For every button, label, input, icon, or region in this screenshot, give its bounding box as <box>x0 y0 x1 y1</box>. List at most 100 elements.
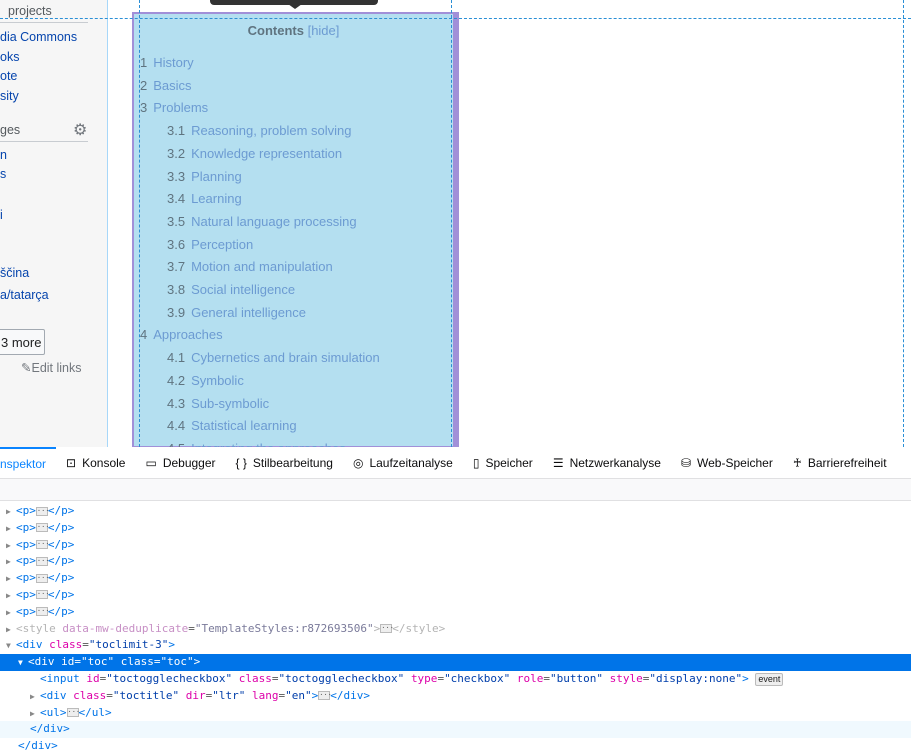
tree-node-toctitle[interactable]: ▶ <div class="toctitle" dir="ltr" lang="e… <box>0 688 911 705</box>
tree-node-toc-selected[interactable]: ▼ <div id="toc" class="toc"> <box>0 654 911 671</box>
toc-item[interactable]: 2 Basics <box>140 78 192 93</box>
collapsed-ellipsis[interactable]: ··· <box>35 573 50 583</box>
toc-item[interactable]: 4.3 Sub-symbolic <box>167 396 269 411</box>
toc-number: 3.8 <box>167 282 186 297</box>
tab-storage[interactable]: ⛁ Web-Speicher <box>671 447 783 479</box>
tree-node-p[interactable]: ▶ <p>···</p> <box>0 503 911 520</box>
language-link[interactable]: s <box>0 167 6 181</box>
tab-inspector[interactable]: nspektor <box>0 446 57 479</box>
sidebar-link[interactable]: dia Commons <box>0 30 77 44</box>
tree-node-close[interactable]: </div> <box>0 721 911 739</box>
toc-label: Basics <box>153 77 192 93</box>
collapsed-ellipsis[interactable]: ··· <box>35 556 50 566</box>
language-link[interactable]: a/tatarça <box>0 288 49 302</box>
toc-label: Social intelligence <box>191 282 296 297</box>
tree-node-p[interactable]: ▶ <p>···</p> <box>0 520 911 537</box>
toc-item[interactable]: 3.4 Learning <box>167 191 242 206</box>
guide-line <box>903 0 904 447</box>
tab-console[interactable]: ⊡ Konsole <box>56 447 135 479</box>
inspector-toolbar <box>0 479 911 501</box>
collapsed-ellipsis[interactable]: ··· <box>35 607 50 617</box>
toc-number: 2 <box>140 77 148 93</box>
tooltip-arrow <box>288 4 302 9</box>
toc-label: Reasoning, problem solving <box>191 123 352 139</box>
tab-label: Web-Speicher <box>697 455 773 470</box>
tab-label: Barrierefreiheit <box>807 455 887 470</box>
edit-links-label: Edit links <box>31 361 82 375</box>
toc-item[interactable]: 4.2 Symbolic <box>167 373 244 388</box>
toc-item[interactable]: 3.6 Perception <box>167 237 253 252</box>
collapsed-ellipsis[interactable]: ··· <box>35 523 50 533</box>
toc-item[interactable]: 3.8 Social intelligence <box>167 282 295 297</box>
tab-network[interactable]: ☰ Netzwerkanalyse <box>543 447 671 479</box>
toc-item[interactable]: 3.3 Planning <box>167 169 242 184</box>
collapsed-ellipsis[interactable]: ··· <box>35 590 50 600</box>
tree-node-p[interactable]: ▶ <p>···</p> <box>0 570 911 587</box>
tab-style-editor[interactable]: { } Stilbearbeitung <box>226 447 343 479</box>
tab-memory[interactable]: ▯ Speicher <box>463 447 543 479</box>
tree-node-p[interactable]: ▶ <p>···</p> <box>0 604 911 621</box>
debugger-icon: ▭ <box>145 455 157 470</box>
tab-accessibility[interactable]: ♰ Barrierefreiheit <box>783 447 897 479</box>
toc-hide-link[interactable]: [hide] <box>308 23 340 38</box>
toc-label: Cybernetics and brain simulation <box>191 350 380 366</box>
event-badge[interactable]: event <box>755 672 784 686</box>
guide-line <box>451 0 452 447</box>
toc-label: Natural language processing <box>191 213 357 229</box>
collapsed-ellipsis[interactable]: ··· <box>318 691 332 701</box>
toc-item[interactable]: 3.5 Natural language processing <box>167 214 357 229</box>
toc-label: Planning <box>191 168 242 184</box>
toc-item[interactable]: 3.1 Reasoning, problem solving <box>167 123 352 138</box>
toc-item[interactable]: 3 Problems <box>140 100 208 115</box>
more-languages-button[interactable]: 3 more <box>0 329 45 355</box>
network-icon: ☰ <box>552 455 564 470</box>
tree-node-style[interactable]: ▶ <style data-mw-deduplicate="TemplateSty… <box>0 621 911 638</box>
toc-item[interactable]: 3.7 Motion and manipulation <box>167 259 333 274</box>
language-link[interactable]: n <box>0 148 7 162</box>
tab-label: nspektor <box>0 456 47 471</box>
sidebar-link[interactable]: sity <box>0 89 19 103</box>
tree-node-toclimit[interactable]: ▼ <div class="toclimit-3"> <box>0 637 911 654</box>
toc-item[interactable]: 4 Approaches <box>140 327 223 342</box>
toc-label: Motion and manipulation <box>191 259 333 275</box>
toc-label: Approaches <box>153 327 223 343</box>
tree-node-p[interactable]: ▶ <p>···</p> <box>0 587 911 604</box>
toc-number: 3.2 <box>167 145 186 161</box>
collapsed-ellipsis[interactable]: ··· <box>380 624 394 634</box>
toc-label: Knowledge representation <box>191 145 343 161</box>
language-link[interactable]: i <box>0 208 3 222</box>
collapsed-ellipsis[interactable]: ··· <box>35 540 50 550</box>
toc-number: 3.5 <box>167 213 186 229</box>
accessibility-icon: ♰ <box>792 455 802 470</box>
toc-item[interactable]: 1 History <box>140 55 194 70</box>
markup-tree: ▶ <p>···</p> ▶ <p>···</p> ▶ <p>···</p> ▶ <p>···… <box>0 503 911 755</box>
guide-line <box>139 0 140 447</box>
tree-node-close[interactable]: </div> <box>0 738 911 755</box>
tree-node-input[interactable]: <input id="toctogglecheckbox" class="toc… <box>0 671 911 688</box>
sidebar-link[interactable]: oks <box>0 50 19 64</box>
storage-icon: ⛁ <box>680 455 692 470</box>
table-of-contents: Contents [hide] 1 History 2 Basics 3 Problems… <box>132 12 459 447</box>
collapsed-ellipsis[interactable]: ··· <box>66 708 80 718</box>
toc-number: 3.6 <box>167 236 186 252</box>
devtools-panel: nspektor ⊡ Konsole ▭ Debugger { } Stilbearbeit… <box>0 446 911 756</box>
toc-item[interactable]: 3.9 General intelligence <box>167 305 306 320</box>
edit-links[interactable]: ✎Edit links <box>21 360 82 375</box>
tab-debugger[interactable]: ▭ Debugger <box>135 447 225 479</box>
toc-item[interactable]: 4.4 Statistical learning <box>167 418 297 433</box>
tree-node-p[interactable]: ▶ <p>···</p> <box>0 537 911 554</box>
tree-node-ul[interactable]: ▶ <ul>···</ul> <box>0 705 911 722</box>
tab-label: Speicher <box>485 455 533 470</box>
gear-icon[interactable]: ⚙ <box>73 120 87 140</box>
collapsed-ellipsis[interactable]: ··· <box>35 506 50 516</box>
toc-item[interactable]: 4.1 Cybernetics and brain simulation <box>167 350 380 365</box>
console-icon: ⊡ <box>66 455 77 470</box>
style-editor-icon: { } <box>235 455 247 470</box>
sidebar-link[interactable]: ote <box>0 69 17 83</box>
toc-label: Problems <box>153 100 209 116</box>
tab-performance[interactable]: ◎ Laufzeitanalyse <box>343 447 463 479</box>
language-link[interactable]: ščina <box>0 266 29 280</box>
tree-node-p[interactable]: ▶ <p>···</p> <box>0 553 911 570</box>
toc-number: 3.9 <box>167 304 186 320</box>
toc-item[interactable]: 3.2 Knowledge representation <box>167 146 342 161</box>
